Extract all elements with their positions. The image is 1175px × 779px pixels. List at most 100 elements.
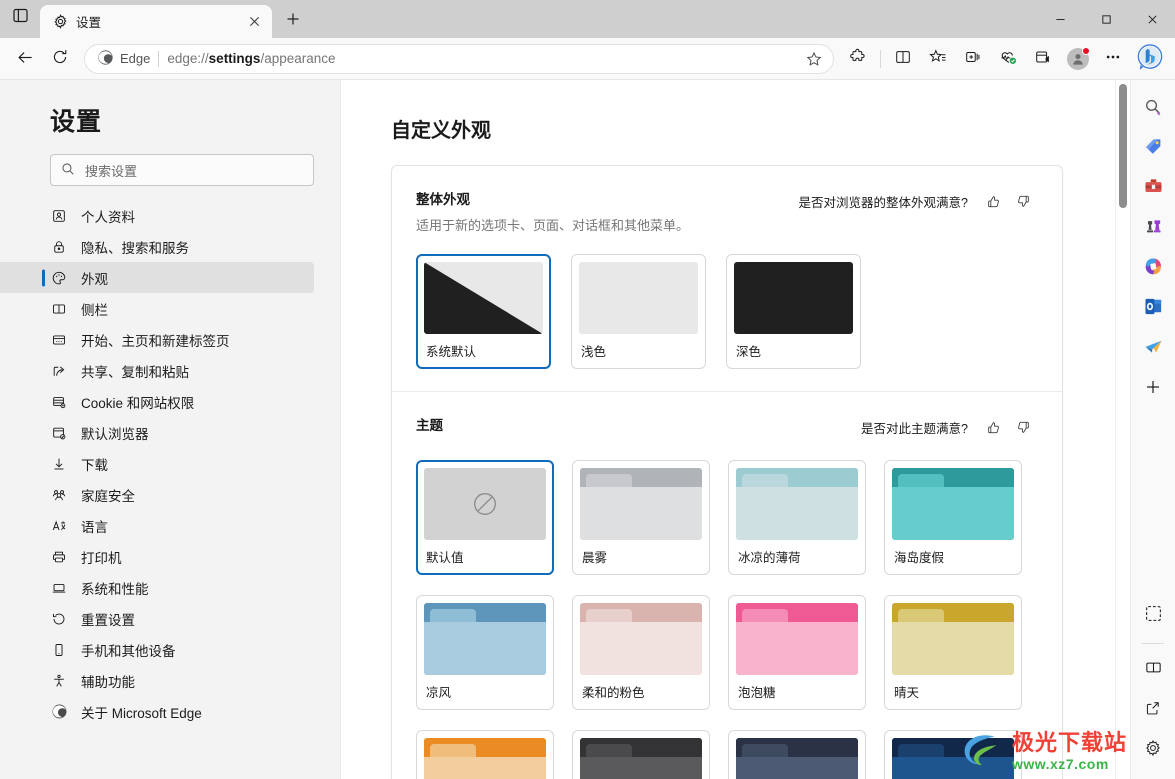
reset-undo-icon [50,610,68,628]
sidebar-item-cookies-permissions[interactable]: Cookie 和网站权限 [0,386,340,417]
rail-screenshot-button[interactable] [1137,599,1169,631]
sidebar-item-sidebar[interactable]: 侧栏 [0,293,340,324]
theme-thumbnail [580,603,702,675]
theme-body-preview [892,757,1014,779]
theme-option[interactable]: 柔和的粉色 [572,595,710,710]
read-aloud-button[interactable] [1026,43,1060,75]
sidebar-item-printers[interactable]: 打印机 [0,541,340,572]
favorites-button[interactable] [921,43,955,75]
browser-tab-settings[interactable]: 设置 [40,5,272,38]
mode-option-light[interactable]: 浅色 [571,254,706,369]
printer-icon [50,548,68,566]
sidebar-item-languages[interactable]: 语言 [0,510,340,541]
theme-option[interactable]: 芒果天堂 [416,730,554,779]
sidebar-item-share-copy-paste[interactable]: 共享、复制和粘贴 [0,355,340,386]
sidebar-item-system-performance[interactable]: 系统和性能 [0,572,340,603]
copilot-button[interactable] [1131,42,1169,76]
split-screen-icon [894,48,912,69]
collections-button[interactable] [956,43,990,75]
theme-tabbar-preview [736,468,858,487]
sidebar-item-label: 下载 [81,457,108,473]
profile-notification-dot [1082,46,1090,55]
address-bar[interactable]: Edge edge://settings/appearance [84,43,834,74]
profile-button[interactable] [1061,43,1095,75]
mode-option-dark[interactable]: 深色 [726,254,861,369]
theme-body-preview [580,622,702,675]
office-icon [1143,256,1164,280]
sidebar-item-profile[interactable]: 个人资料 [0,200,340,231]
favorite-star-icon[interactable] [801,46,827,72]
theme-option[interactable]: 月光 [884,730,1022,779]
sidebar-item-family-safety[interactable]: 家庭安全 [0,479,340,510]
sidebar-item-appearance[interactable]: 外观 [0,262,314,293]
theme-option[interactable]: 冰凉的薄荷 [728,460,866,575]
tab-title: 设置 [76,16,102,30]
rail-open-external-button[interactable] [1137,693,1169,725]
split-screen-button[interactable] [886,43,920,75]
accessibility-person-icon [50,672,68,690]
thumbs-up-icon[interactable] [978,188,1008,214]
family-group-icon [50,486,68,504]
minimize-button[interactable] [1037,0,1083,38]
thumbs-up-icon[interactable] [978,414,1008,440]
theme-option[interactable]: 默认值 [416,460,554,575]
theme-option[interactable]: 晴天 [884,595,1022,710]
sidebar-item-default-browser[interactable]: 默认浏览器 [0,417,340,448]
theme-label: 泡泡糖 [738,686,776,700]
browser-essentials-button[interactable] [991,43,1025,75]
theme-body-preview [580,757,702,779]
rail-tools-button[interactable] [1137,172,1169,204]
sidebar-item-about-edge[interactable]: 关于 Microsoft Edge [0,696,340,727]
sidebar-item-downloads[interactable]: 下载 [0,448,340,479]
rail-settings-button[interactable] [1137,733,1169,765]
shopping-tag-icon [1143,136,1164,160]
appearance-mode-options: 系统默认 浅色 深色 [416,254,1038,391]
sidebar-item-label: Cookie 和网站权限 [81,395,195,411]
sidebar-item-accessibility[interactable]: 辅助功能 [0,665,340,696]
mode-option-system-default[interactable]: 系统默认 [416,254,551,369]
theme-tabbar-preview [892,468,1014,487]
rail-search-button[interactable] [1137,92,1169,124]
sidebar-item-privacy[interactable]: 隐私、搜索和服务 [0,231,340,262]
themes-feedback: 是否对此主题满意? [861,414,1038,440]
rail-office-button[interactable] [1137,252,1169,284]
profile-card-icon [50,207,68,225]
rail-send-button[interactable] [1137,332,1169,364]
new-tab-button[interactable] [278,5,308,35]
mode-thumbnail-dark [734,262,853,334]
search-input[interactable]: 搜索设置 [50,154,314,186]
thumbs-down-icon[interactable] [1008,188,1038,214]
theme-option[interactable]: 冷色石板 [728,730,866,779]
more-ellipsis-icon [1104,48,1122,69]
phone-icon [50,641,68,659]
theme-option[interactable]: 海岛度假 [884,460,1022,575]
rail-games-button[interactable] [1137,212,1169,244]
rail-split-pane-button[interactable] [1137,653,1169,685]
main-scrollbar[interactable] [1115,80,1130,779]
rail-outlook-button[interactable] [1137,292,1169,324]
extensions-button[interactable] [841,43,875,75]
rail-add-button[interactable] [1137,372,1169,404]
theme-option[interactable]: 晨雾 [572,460,710,575]
theme-option[interactable]: 泡泡糖 [728,595,866,710]
tab-strip-menu-button[interactable] [0,0,40,38]
refresh-button[interactable] [43,43,77,75]
sidebar-item-phone-devices[interactable]: 手机和其他设备 [0,634,340,665]
more-button[interactable] [1096,43,1130,75]
back-button[interactable] [8,43,42,75]
theme-body-preview [736,757,858,779]
scrollbar-thumb[interactable] [1119,84,1127,208]
rail-shopping-button[interactable] [1137,132,1169,164]
theme-tab-preview [586,474,632,487]
close-window-button[interactable] [1129,0,1175,38]
theme-option[interactable]: 雨夜 [572,730,710,779]
sidebar-item-reset-settings[interactable]: 重置设置 [0,603,340,634]
maximize-button[interactable] [1083,0,1129,38]
sidebar-item-start-home-newtab[interactable]: 开始、主页和新建标签页 [0,324,340,355]
cookie-permissions-icon [50,393,68,411]
theme-option[interactable]: 凉风 [416,595,554,710]
sidebar-item-label: 打印机 [81,550,122,566]
theme-tab-preview [586,609,632,622]
thumbs-down-icon[interactable] [1008,414,1038,440]
close-icon[interactable] [242,10,266,34]
